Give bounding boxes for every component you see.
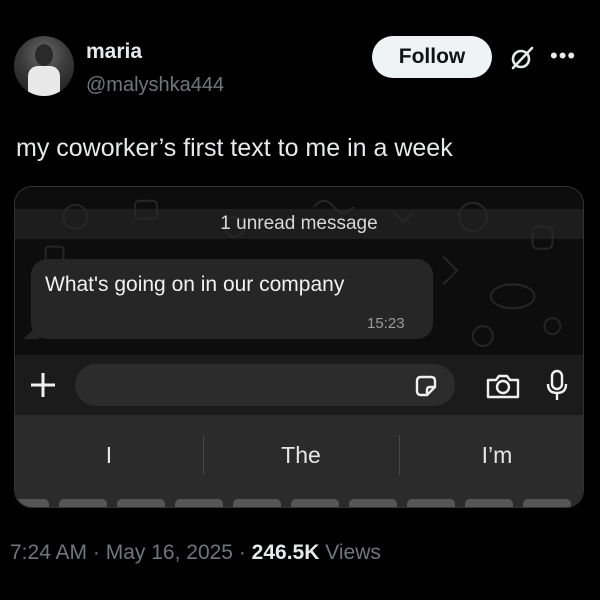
keyboard-suggestion[interactable]: I [19, 435, 199, 475]
keyboard-key[interactable] [523, 499, 571, 507]
follow-button[interactable]: Follow [372, 36, 492, 78]
keyboard-key[interactable] [59, 499, 107, 507]
keyboard-suggestion[interactable]: The [211, 435, 391, 475]
tweet-meta: 7:24 AM · May 16, 2025 · 246.5K Views [10, 541, 381, 565]
keyboard-key[interactable] [291, 499, 339, 507]
tweet-time[interactable]: 7:24 AM [10, 541, 87, 564]
keyboard-key[interactable] [15, 499, 49, 507]
plus-icon[interactable] [25, 367, 61, 403]
avatar[interactable] [14, 36, 74, 96]
keyboard-key[interactable] [117, 499, 165, 507]
unread-banner: 1 unread message [15, 209, 583, 239]
tweet-date[interactable]: May 16, 2025 [106, 541, 233, 564]
sticker-icon[interactable] [413, 373, 439, 399]
keyboard-key-row [15, 499, 583, 507]
more-options-icon[interactable]: ••• [550, 45, 576, 67]
message-time: 15:23 [367, 315, 405, 332]
meta-separator: · [233, 541, 252, 564]
message-text: What's going on in our company [45, 273, 345, 296]
meta-separator: · [87, 541, 106, 564]
author-name[interactable]: maria [86, 40, 142, 64]
avatar-shirt-shape [28, 66, 60, 96]
keyboard-key[interactable] [407, 499, 455, 507]
tweet-header: maria @malyshka444 Follow ••• [0, 0, 600, 110]
grok-icon[interactable] [508, 44, 536, 72]
author-handle[interactable]: @malyshka444 [86, 74, 224, 97]
screenshot-media[interactable]: 1 unread message What's going on in our … [14, 186, 584, 508]
keyboard-key[interactable] [349, 499, 397, 507]
keyboard-suggestion[interactable]: I’m [407, 435, 583, 475]
views-label: Views [319, 541, 381, 564]
microphone-icon[interactable] [545, 369, 569, 403]
camera-icon[interactable] [485, 372, 521, 400]
tweet-text: my coworker’s first text to me in a week [16, 134, 453, 162]
suggestion-divider [399, 435, 400, 475]
views-count: 246.5K [251, 541, 320, 564]
keyboard-key[interactable] [175, 499, 223, 507]
keyboard-key[interactable] [465, 499, 513, 507]
keyboard-key[interactable] [233, 499, 281, 507]
suggestion-divider [203, 435, 204, 475]
message-input[interactable] [75, 364, 455, 406]
avatar-head-shape [35, 44, 53, 66]
